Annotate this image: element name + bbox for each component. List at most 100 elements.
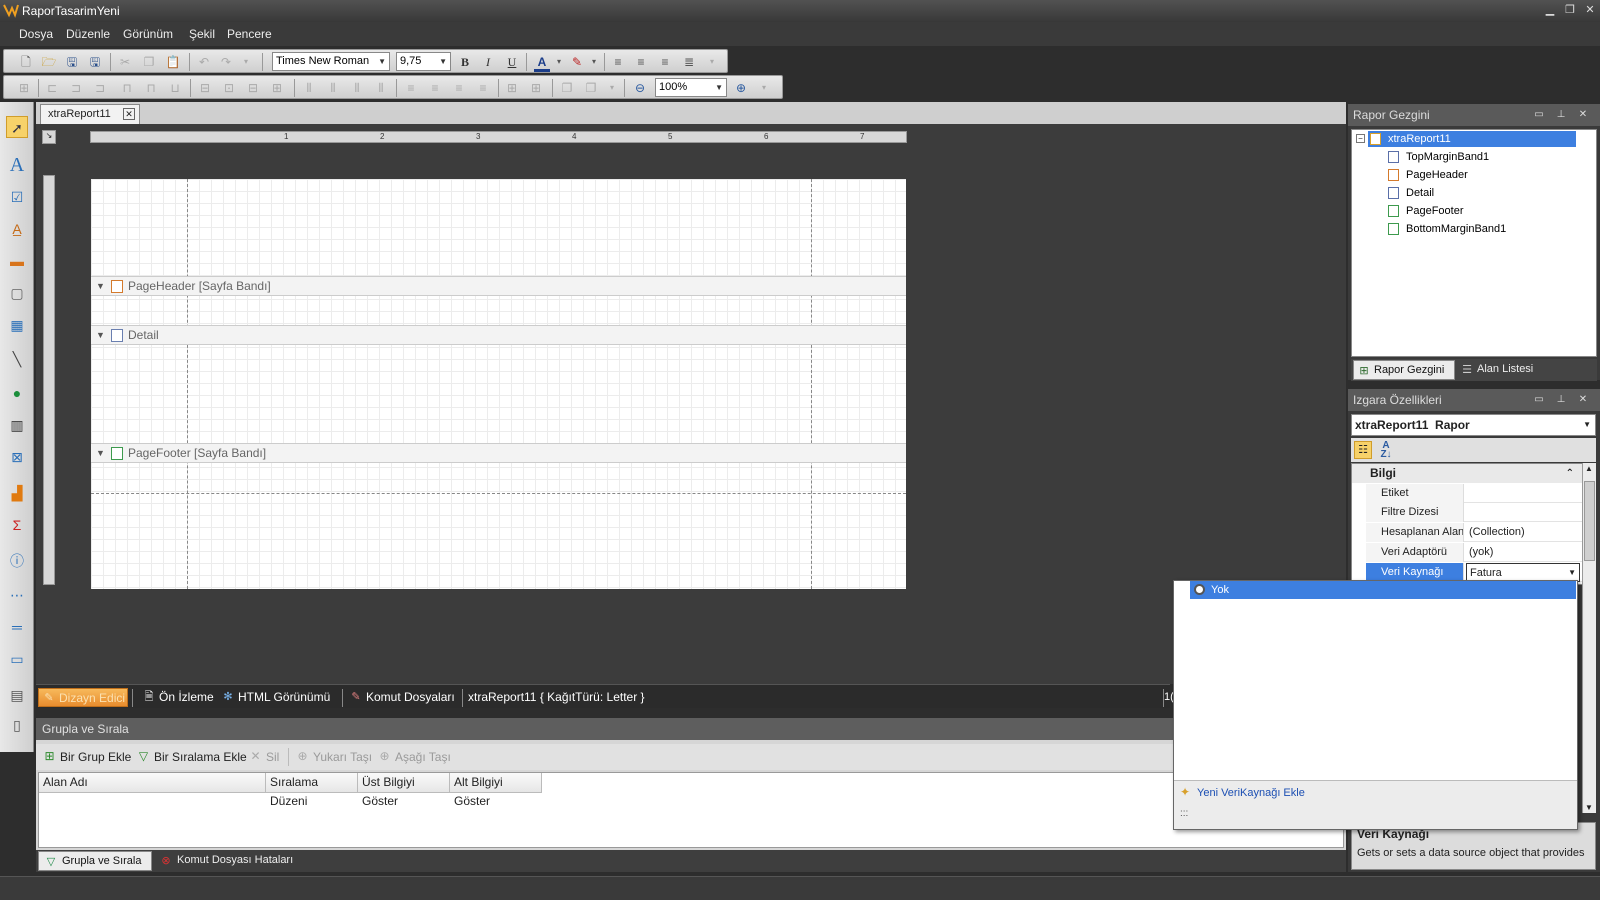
minimize-button[interactable]: ▁ bbox=[1542, 3, 1558, 17]
tab-komut-dosyalari[interactable]: ✎ Komut Dosyaları bbox=[346, 688, 462, 707]
pin-icon[interactable]: ⊥ bbox=[1554, 104, 1568, 126]
table-tool-icon[interactable]: ▦ bbox=[6, 314, 28, 336]
h-spacing-remove-icon[interactable]: ⫴ bbox=[373, 80, 389, 96]
zipcode-tool-icon[interactable]: ⊠ bbox=[6, 446, 28, 468]
tab-grupla-sirala[interactable]: ▽ Grupla ve Sırala bbox=[38, 851, 152, 871]
menu-duzenle[interactable]: Düzenle bbox=[66, 27, 110, 41]
font-name-combo[interactable]: Times New Roman ▼ bbox=[272, 52, 390, 71]
layout-overflow-icon[interactable]: ▾ bbox=[604, 80, 620, 96]
summary-tool-icon[interactable]: Σ bbox=[6, 514, 28, 536]
history-dropdown-icon[interactable]: ▾ bbox=[238, 54, 254, 70]
align-to-grid-icon[interactable]: ⊞ bbox=[16, 80, 32, 96]
align-rights-icon[interactable]: ⊐ bbox=[92, 80, 108, 96]
size-to-grid-icon[interactable]: ⊡ bbox=[221, 80, 237, 96]
move-down-button[interactable]: ⊕ Aşağı Taşı bbox=[377, 749, 450, 765]
copy-icon[interactable]: ❐ bbox=[141, 54, 157, 70]
line-tool-icon[interactable]: ╲ bbox=[6, 348, 28, 370]
cut-icon[interactable]: ✂ bbox=[117, 54, 133, 70]
clipboard-tool-icon[interactable]: ▯ bbox=[6, 714, 28, 736]
align-tops-icon[interactable]: ⊓ bbox=[119, 80, 135, 96]
property-row-veri-adaptoru[interactable]: Veri Adaptörü (yok) bbox=[1366, 543, 1582, 562]
subreport-tool-icon[interactable]: ▤ bbox=[6, 684, 28, 706]
new-file-icon[interactable]: 🗋 bbox=[18, 54, 34, 70]
underline-button[interactable]: U bbox=[504, 54, 520, 70]
same-width-icon[interactable]: ⊟ bbox=[197, 80, 213, 96]
collapse-category-icon[interactable]: ⌃ bbox=[1566, 464, 1574, 483]
open-folder-icon[interactable]: 🗁 bbox=[41, 54, 57, 70]
tree-node-xtrareport11[interactable]: xtraReport11 bbox=[1368, 131, 1576, 147]
barcode-tool-icon[interactable]: ▥ bbox=[6, 414, 28, 436]
band-pagefooter[interactable]: ▼ PageFooter [Sayfa Bandı] bbox=[91, 443, 906, 463]
column-header-ust-bilgi[interactable]: Üst Bilgiyi Göster bbox=[358, 773, 450, 808]
zoom-overflow-icon[interactable]: ▾ bbox=[756, 80, 772, 96]
scroll-up-icon[interactable]: ▲ bbox=[1585, 464, 1593, 473]
h-spacing-decrease-icon[interactable]: ⫴ bbox=[349, 80, 365, 96]
tab-komut-hatalari[interactable]: ⊗ Komut Dosyası Hataları bbox=[154, 851, 294, 871]
column-header-alan-adi[interactable]: Alan Adı bbox=[39, 773, 266, 793]
column-header-alt-bilgi[interactable]: Alt Bilgiyi Göster bbox=[450, 773, 542, 808]
zoom-in-icon[interactable]: ⊕ bbox=[733, 80, 749, 96]
scroll-down-icon[interactable]: ▼ bbox=[1585, 803, 1593, 812]
shape-tool-icon[interactable]: ● bbox=[6, 382, 28, 404]
property-value[interactable] bbox=[1466, 503, 1580, 522]
pointer-tool-icon[interactable]: ➚ bbox=[6, 116, 28, 138]
report-page[interactable]: ▼ PageHeader [Sayfa Bandı] ▼ Detail ▼ Pa… bbox=[91, 179, 906, 589]
property-row-etiket[interactable]: Etiket bbox=[1366, 484, 1582, 503]
chart-tool-icon[interactable]: ▟ bbox=[6, 482, 28, 504]
collapse-arrow-icon[interactable]: ▼ bbox=[96, 326, 105, 345]
same-height-icon[interactable]: ⊟ bbox=[245, 80, 261, 96]
property-value[interactable]: (Collection) bbox=[1466, 523, 1580, 542]
align-left-icon[interactable]: ≡ bbox=[610, 54, 626, 70]
menu-dosya[interactable]: Dosya bbox=[19, 27, 53, 41]
alphabetical-sort-icon[interactable]: A Z↓ bbox=[1377, 441, 1395, 460]
property-value[interactable]: (yok) bbox=[1466, 543, 1580, 562]
v-spacing-decrease-icon[interactable]: ≡ bbox=[451, 80, 467, 96]
menu-pencere[interactable]: Pencere bbox=[227, 27, 272, 41]
scroll-thumb[interactable] bbox=[1584, 481, 1595, 561]
cross-band-box-tool-icon[interactable]: ▭ bbox=[6, 648, 28, 670]
window-position-icon[interactable]: ▭ bbox=[1532, 104, 1546, 126]
v-spacing-increase-icon[interactable]: ≡ bbox=[427, 80, 443, 96]
tree-node-bottommarginband1[interactable]: BottomMarginBand1 bbox=[1386, 221, 1506, 237]
font-color-icon[interactable]: A bbox=[534, 54, 550, 72]
align-lefts-icon[interactable]: ⊏ bbox=[44, 80, 60, 96]
close-button[interactable]: ✕ bbox=[1582, 3, 1598, 17]
paste-icon[interactable]: 📋 bbox=[165, 54, 181, 70]
add-datasource-link[interactable]: ✦ Yeni VeriKaynağı Ekle bbox=[1180, 785, 1305, 801]
align-centers-icon[interactable]: ⊐ bbox=[68, 80, 84, 96]
h-spacing-increase-icon[interactable]: ⫴ bbox=[325, 80, 341, 96]
font-size-combo[interactable]: 9,75 ▼ bbox=[396, 52, 451, 71]
justify-icon[interactable]: ≣ bbox=[681, 54, 697, 70]
delete-button[interactable]: ✕ Sil bbox=[248, 749, 279, 765]
v-spacing-equal-icon[interactable]: ≡ bbox=[403, 80, 419, 96]
zoom-out-icon[interactable]: ⊖ bbox=[632, 80, 648, 96]
panel-tool-icon[interactable]: ▢ bbox=[6, 282, 28, 304]
object-selector-combo[interactable]: xtraReport11 Rapor ▼ bbox=[1351, 414, 1596, 436]
band-pageheader[interactable]: ▼ PageHeader [Sayfa Bandı] bbox=[91, 276, 906, 296]
align-middles-icon[interactable]: ⊓ bbox=[143, 80, 159, 96]
menu-sekil[interactable]: Şekil bbox=[189, 27, 215, 41]
label-tool-icon[interactable]: A bbox=[6, 154, 28, 176]
document-tab-xtrareport11[interactable]: xtraReport11 ✕ bbox=[40, 104, 140, 124]
italic-button[interactable]: I bbox=[480, 54, 496, 70]
cross-band-line-tool-icon[interactable]: ═ bbox=[6, 616, 28, 638]
send-to-back-icon[interactable]: ❐ bbox=[583, 80, 599, 96]
page-break-tool-icon[interactable]: ⋯ bbox=[6, 584, 28, 606]
window-position-icon[interactable]: ▭ bbox=[1532, 389, 1546, 411]
toolbar-overflow-icon[interactable]: ▾ bbox=[704, 54, 720, 70]
picture-tool-icon[interactable]: ▬ bbox=[6, 250, 28, 272]
ruler-corner-icon[interactable]: ↘ bbox=[42, 130, 56, 144]
save-all-icon[interactable]: 🖫 bbox=[87, 54, 103, 70]
column-header-siralama[interactable]: Sıralama Düzeni bbox=[266, 773, 358, 808]
add-sort-button[interactable]: ▽ Bir Sıralama Ekle bbox=[136, 749, 247, 765]
undo-icon[interactable]: ↶ bbox=[196, 54, 212, 70]
dropdown-option-yok[interactable]: Yok bbox=[1190, 581, 1576, 599]
close-tab-icon[interactable]: ✕ bbox=[123, 108, 135, 120]
property-row-filtre[interactable]: Filtre Dizesi bbox=[1366, 503, 1582, 522]
highlight-dropdown-icon[interactable]: ▾ bbox=[586, 54, 602, 70]
move-up-button[interactable]: ⊕ Yukarı Taşı bbox=[295, 749, 372, 765]
menu-gorunum[interactable]: Görünüm bbox=[123, 27, 173, 41]
richtext-tool-icon[interactable]: A̲ bbox=[6, 218, 28, 240]
font-color-dropdown-icon[interactable]: ▾ bbox=[551, 54, 567, 70]
tab-alan-listesi[interactable]: ☰ Alan Listesi bbox=[1457, 360, 1547, 380]
